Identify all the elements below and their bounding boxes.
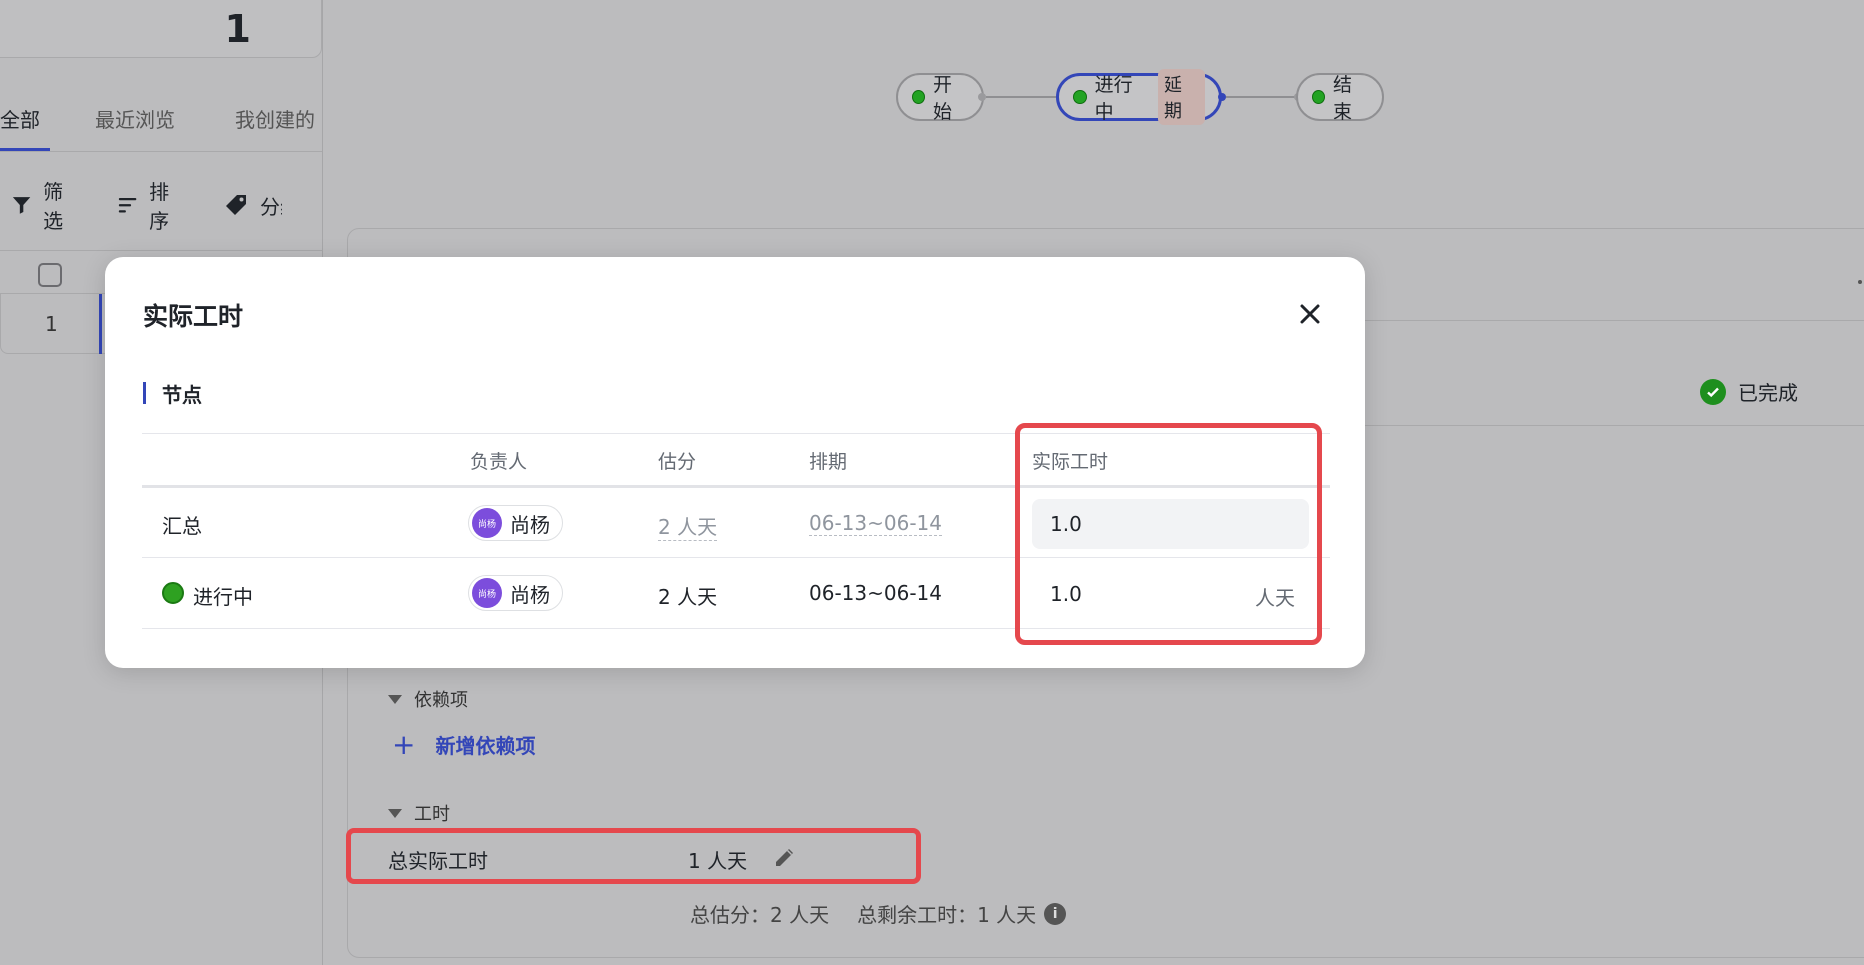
actual-hours-modal: 实际工时 节点 负责人 估分 排期 实际工时 汇总 尚杨 尚杨 2 人天 06-… <box>105 257 1365 668</box>
hours-section-toggle[interactable]: 工时 <box>388 800 450 826</box>
status-dot <box>912 90 926 104</box>
sort-icon <box>118 198 137 213</box>
close-icon <box>1300 304 1320 324</box>
pencil-icon <box>776 849 793 866</box>
flow-node-start[interactable]: 开始 <box>896 73 984 123</box>
avatar: 尚杨 <box>472 508 502 538</box>
sort-button[interactable]: 排序 <box>118 176 184 234</box>
row-name-in-progress: 进行中 <box>193 585 253 609</box>
filter-button[interactable]: 筛选 <box>12 176 78 234</box>
total-actual-label: 总实际工时 <box>388 849 488 873</box>
divider <box>142 557 1330 558</box>
list-tabs: 全部 最近浏览 我创建的 <box>0 100 322 152</box>
list-toolbar: 筛选 排序 分组 <box>12 180 322 233</box>
owner-name: 尚杨 <box>510 512 550 537</box>
status-dot <box>162 582 184 604</box>
check-circle-icon <box>1700 378 1726 405</box>
divider <box>142 433 1330 434</box>
count-value: 1 <box>224 7 251 51</box>
tab-recent[interactable]: 最近浏览 <box>95 104 175 133</box>
status-dot <box>1312 90 1326 104</box>
info-icon[interactable]: i <box>1044 902 1067 925</box>
flow-node-label: 进行中 <box>1094 74 1133 123</box>
flow-node-end[interactable]: 结束 <box>1296 73 1384 123</box>
sort-label: 排序 <box>149 180 170 233</box>
status-label: 已完成 <box>1738 381 1798 405</box>
owner-chip[interactable]: 尚杨 尚杨 <box>468 575 563 611</box>
column-header-owner: 负责人 <box>470 451 528 473</box>
column-header-estimate: 估分 <box>658 451 697 473</box>
plus-icon: + <box>392 728 416 761</box>
total-estimate: 总估分：2 人天 <box>690 903 830 927</box>
filter-label: 筛选 <box>43 180 64 233</box>
connector-dot <box>978 93 986 101</box>
delay-badge: 延期 <box>1158 69 1205 125</box>
group-button[interactable]: 分组 <box>224 191 282 220</box>
divider <box>142 485 1330 488</box>
divider <box>142 628 1330 629</box>
unit-label: 人天 <box>1255 586 1295 610</box>
flow-node-label: 结束 <box>1333 74 1353 123</box>
tab-all[interactable]: 全部 <box>0 104 40 133</box>
edit-actual-button[interactable] <box>773 845 797 873</box>
total-remaining: 总剩余工时：1 人天 <box>857 903 1037 927</box>
connector-dot <box>1218 93 1226 101</box>
section-title: 节点 <box>162 382 202 407</box>
close-button[interactable] <box>1295 299 1325 329</box>
more-icon[interactable] <box>1858 280 1862 284</box>
schedule-value: 06-13~06-14 <box>809 581 942 605</box>
modal-title: 实际工时 <box>143 302 244 331</box>
schedule-value: 06-13~06-14 <box>809 511 942 536</box>
actual-hours-input[interactable]: 1.0 人天 <box>1032 569 1309 619</box>
flow-connector <box>986 96 1056 98</box>
tag-icon <box>226 195 246 215</box>
status-completed: 已完成 <box>1700 377 1798 406</box>
add-dependency-button[interactable]: + 新增依赖项 <box>392 728 535 761</box>
tab-indicator <box>0 148 50 151</box>
flow-node-current[interactable]: 进行中 延期 <box>1056 69 1222 125</box>
section-header: 节点 <box>143 381 202 407</box>
row-number: 1 <box>45 312 58 336</box>
estimate-value: 2 人天 <box>658 511 718 541</box>
flow-connector <box>1226 96 1296 98</box>
section-accent-bar <box>143 382 146 404</box>
owner-chip[interactable]: 尚杨 尚杨 <box>468 505 563 541</box>
actual-hours-summary-field: 1.0 <box>1032 499 1309 549</box>
group-label: 分组 <box>260 194 282 219</box>
row-name-summary: 汇总 <box>162 514 202 538</box>
actual-hours-value: 1.0 <box>1050 512 1082 536</box>
avatar: 尚杨 <box>472 578 502 608</box>
dependencies-title: 依赖项 <box>414 690 468 711</box>
row-selection-indicator <box>99 294 102 354</box>
tab-created-by-me[interactable]: 我创建的 <box>235 104 315 133</box>
dependencies-section-toggle[interactable]: 依赖项 <box>388 686 468 712</box>
hours-title: 工时 <box>414 804 450 825</box>
hours-summary: 总估分：2 人天 总剩余工时：1 人天 i <box>690 899 1067 928</box>
status-dot <box>1073 90 1087 104</box>
count-card: 1 <box>0 0 322 58</box>
column-header-actual: 实际工时 <box>1032 451 1109 473</box>
select-all-checkbox[interactable] <box>38 263 62 287</box>
flow-node-label: 开始 <box>933 74 953 123</box>
column-header-schedule: 排期 <box>809 451 848 473</box>
filter-icon <box>12 197 31 214</box>
actual-hours-value: 1.0 <box>1050 582 1082 606</box>
owner-name: 尚杨 <box>510 582 550 607</box>
add-dependency-label: 新增依赖项 <box>435 734 536 758</box>
caret-down-icon <box>388 694 402 704</box>
total-actual-value: 1 人天 <box>688 849 748 873</box>
caret-down-icon <box>388 808 402 818</box>
estimate-value: 2 人天 <box>658 585 718 609</box>
